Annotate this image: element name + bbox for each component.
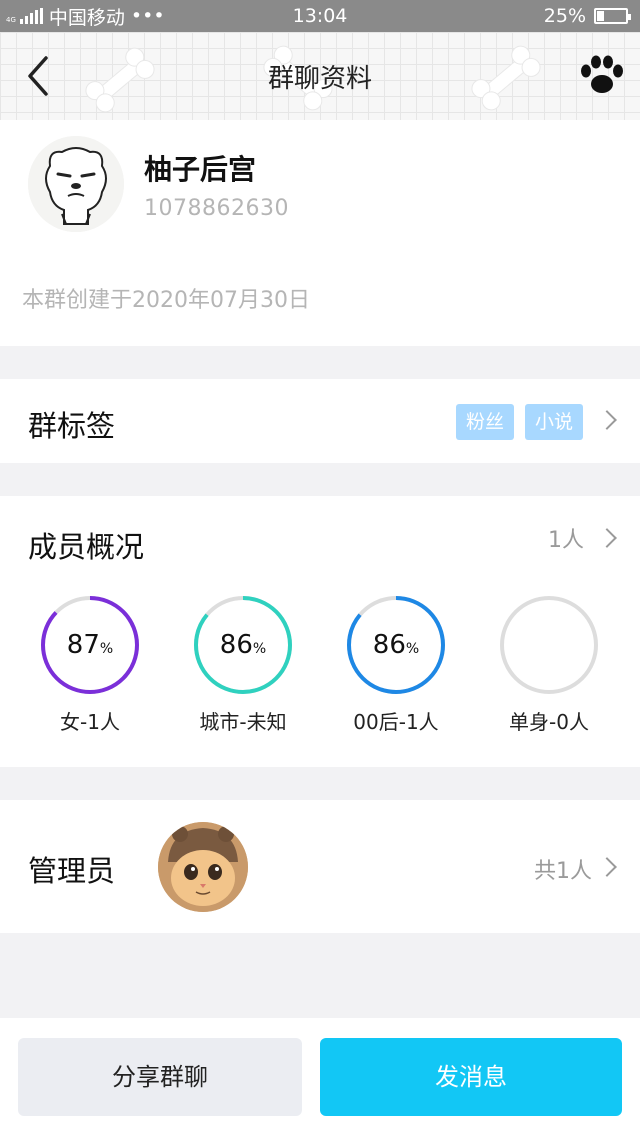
bottom-action-bar: 分享群聊 发消息 (0, 1018, 640, 1138)
tag-badge: 小说 (525, 404, 584, 440)
chevron-right-icon (597, 410, 617, 430)
chevron-right-icon (597, 857, 617, 877)
group-id: 1078862630 (144, 196, 289, 221)
stat-label: 城市-未知 (199, 710, 287, 734)
bear-avatar-icon (28, 136, 124, 232)
stat-gender: 87% 女-1人 (20, 594, 160, 735)
page-title: 群聊资料 (267, 64, 372, 94)
stat-single: 单身-0人 (479, 594, 619, 735)
progress-ring: 86% (192, 594, 294, 696)
admin-row[interactable]: 管理员 共1人 (0, 800, 640, 933)
paw-icon (581, 55, 623, 93)
group-avatar[interactable] (28, 136, 124, 232)
admin-title: 管理员 (28, 854, 116, 888)
group-tags-row[interactable]: 群标签 粉丝 小说 (0, 379, 640, 463)
battery-icon (594, 8, 631, 24)
chevron-right-icon[interactable] (597, 528, 617, 548)
admin-avatar[interactable] (158, 822, 248, 912)
stat-city: 86% 城市-未知 (173, 594, 313, 735)
tags-title: 群标签 (28, 409, 116, 443)
progress-ring (498, 594, 600, 696)
ring-chart (500, 596, 598, 694)
progress-ring: 87% (39, 594, 141, 696)
members-overview-card: 成员概况 1人 87% 女-1人 86% 城市-未知 86% 00后-1人 单身… (0, 496, 640, 767)
battery-percent: 25% (543, 5, 586, 27)
status-bar: 4G 中国移动 ••• 13:04 25% (0, 0, 640, 32)
admin-count: 共1人 (534, 859, 592, 884)
cat-avatar-icon (158, 822, 248, 912)
group-info-card: 柚子后宫 1078862630 本群创建于2020年07月30日 (0, 120, 640, 346)
stat-percent: 87% (66, 630, 114, 660)
members-title: 成员概况 (28, 530, 145, 564)
paw-button[interactable] (578, 54, 626, 98)
nav-bar: 群聊资料 (0, 32, 640, 120)
members-count[interactable]: 1人 (548, 522, 584, 554)
stat-label: 单身-0人 (509, 710, 589, 734)
stat-label: 女-1人 (60, 710, 120, 734)
group-created-date: 本群创建于2020年07月30日 (22, 288, 310, 313)
progress-ring: 86% (345, 594, 447, 696)
group-name: 柚子后宫 (144, 153, 257, 186)
share-group-button[interactable]: 分享群聊 (18, 1038, 302, 1116)
stat-label: 00后-1人 (353, 710, 439, 734)
tag-badge: 粉丝 (456, 404, 515, 440)
stat-percent: 86% (372, 630, 420, 660)
send-message-button[interactable]: 发消息 (320, 1038, 622, 1116)
stat-age: 86% 00后-1人 (326, 594, 466, 735)
stat-percent: 86% (219, 630, 267, 660)
